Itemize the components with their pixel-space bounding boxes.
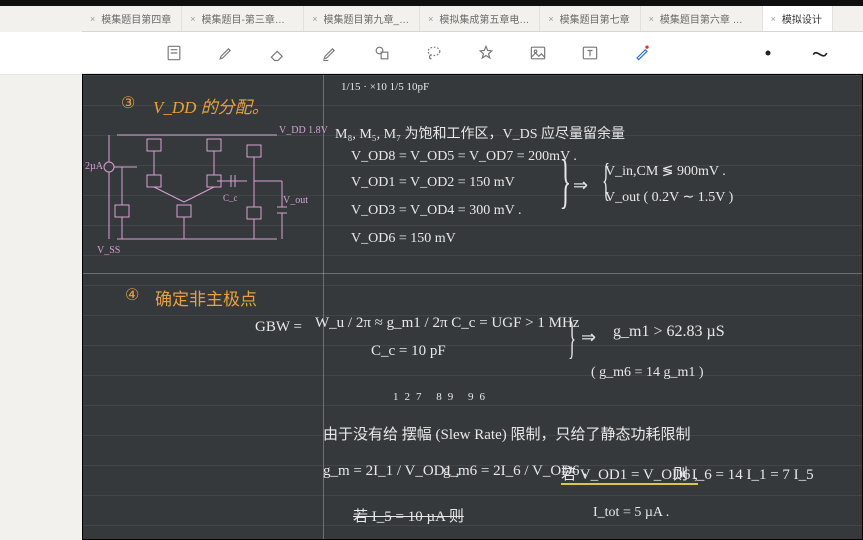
tab-2[interactable]: × 模集题目第九章_… [304, 6, 420, 31]
tab-label: 模拟设计 [782, 11, 822, 26]
horizontal-divider [83, 273, 862, 274]
close-icon[interactable]: × [649, 14, 654, 24]
circuit-sketch [97, 127, 297, 247]
eraser-icon[interactable] [264, 39, 292, 67]
close-icon[interactable]: × [771, 14, 776, 24]
close-icon[interactable]: × [548, 14, 553, 24]
tab-1[interactable]: × 模集题目-第三章单… [182, 6, 304, 31]
color-dot-icon[interactable] [754, 39, 782, 67]
tab-5[interactable]: × 模集题目第六章 频… [641, 6, 763, 31]
stroke-preview-icon[interactable] [806, 39, 834, 67]
tab-label: 模集题目-第三章单… [202, 11, 294, 26]
tab-label: 模集题目第四章 [101, 11, 171, 26]
toolbar [0, 32, 863, 74]
tab-6[interactable]: × 模拟设计 [763, 6, 833, 31]
close-icon[interactable]: × [190, 14, 195, 24]
close-icon[interactable]: × [90, 14, 95, 24]
shape-icon[interactable] [368, 39, 396, 67]
tab-label: 模集题目第七章 [560, 11, 630, 26]
tab-label: 模拟集成第五章电… [439, 11, 529, 26]
vertical-divider [323, 75, 324, 539]
note-canvas[interactable]: ③ V_DD 的分配。 V_DD 1.8V 2µA V_SS [82, 74, 863, 540]
tab-label: 模集题目第九章_… [324, 11, 410, 26]
image-icon[interactable] [524, 39, 552, 67]
star-icon[interactable] [472, 39, 500, 67]
lasso-icon[interactable] [420, 39, 448, 67]
close-icon[interactable]: × [312, 14, 317, 24]
tab-0[interactable]: × 模集题目第四章 [82, 6, 182, 31]
tab-3[interactable]: × 模拟集成第五章电… [420, 6, 540, 31]
text-icon[interactable] [576, 39, 604, 67]
highlighter-icon[interactable] [316, 39, 344, 67]
close-icon[interactable]: × [428, 14, 433, 24]
pen-icon[interactable] [212, 39, 240, 67]
tab-4[interactable]: × 模集题目第七章 [540, 6, 640, 31]
page-icon[interactable] [160, 39, 188, 67]
tab-label: 模集题目第六章 频… [660, 11, 752, 26]
tab-strip: × 模集题目第四章 × 模集题目-第三章单… × 模集题目第九章_… × 模拟集… [0, 6, 863, 32]
magic-icon[interactable] [628, 39, 656, 67]
left-gutter [0, 6, 82, 540]
